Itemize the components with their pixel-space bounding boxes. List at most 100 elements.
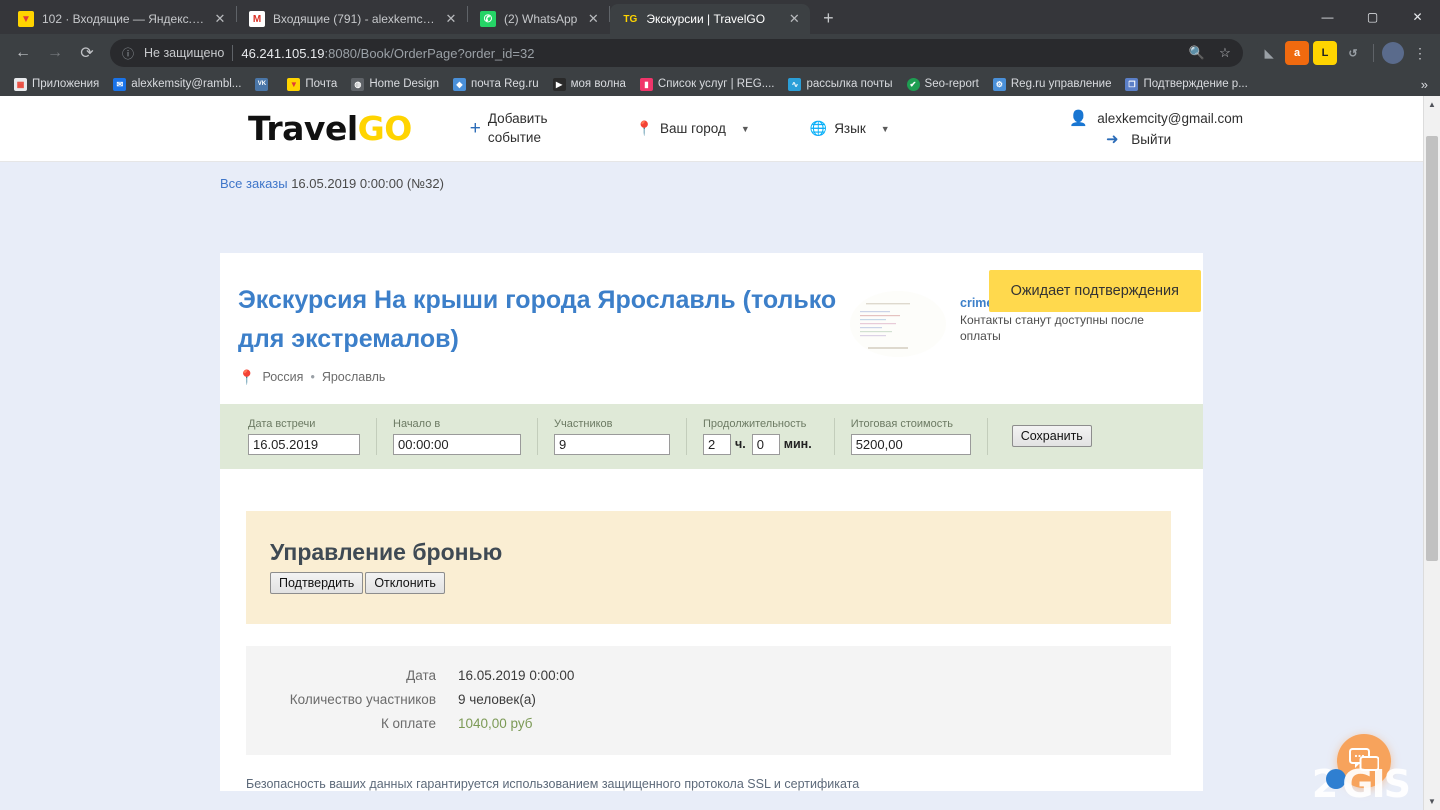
save-button[interactable]: Сохранить xyxy=(1011,425,1092,447)
order-summary: Дата 16.05.2019 0:00:00 Количество участ… xyxy=(246,645,1171,755)
browser-tab-4-active[interactable]: TG Экскурсии | TravelGO ✕ xyxy=(610,4,811,34)
city-label: Ваш город xyxy=(660,121,726,136)
bookmarks-overflow-icon[interactable]: » xyxy=(1421,77,1432,92)
breadcrumb-order-info: 16.05.2019 0:00:00 (№32) xyxy=(291,176,444,191)
search-icon[interactable]: 🔍 xyxy=(1185,41,1209,65)
bookmark-services-list[interactable]: ▮ Список услуг | REG.... xyxy=(634,76,781,93)
confirm-button[interactable]: Подтвердить xyxy=(270,571,364,594)
scroll-up-arrow-icon[interactable]: ▲ xyxy=(1424,96,1440,113)
participants-input[interactable] xyxy=(554,433,670,455)
forward-icon[interactable]: → xyxy=(40,38,70,68)
logout-button[interactable]: ➜ Выйти xyxy=(1069,130,1243,148)
chrome-menu-icon[interactable]: ⋮ xyxy=(1408,41,1432,65)
bookmark-label: моя волна xyxy=(570,78,626,90)
summary-row: Количество участников 9 человек(а) xyxy=(246,692,1171,707)
mail-icon: ✉ xyxy=(113,77,127,91)
bookmark-reg-mail[interactable]: ◆ почта Reg.ru xyxy=(447,76,545,93)
account-email-row[interactable]: 👤 alexkemcity@gmail.com xyxy=(1069,109,1243,127)
yandex-mail-icon: ▼ xyxy=(18,11,34,27)
back-icon[interactable]: ← xyxy=(8,38,38,68)
window-controls: — ▢ ✕ xyxy=(1305,0,1440,34)
tab-title: 102 · Входящие — Яндекс.Почта xyxy=(42,12,204,26)
tab-title: Экскурсии | TravelGO xyxy=(646,12,766,26)
tab-title: Входящие (791) - alexkemcity@g xyxy=(273,12,435,26)
tab-close-icon[interactable]: ✕ xyxy=(786,11,802,27)
breadcrumb: Все заказы 16.05.2019 0:00:00 (№32) xyxy=(0,162,1423,191)
tab-close-icon[interactable]: ✕ xyxy=(585,11,601,27)
address-bar[interactable]: ⓘ Не защищено 46.241.105.19:8080/Book/Or… xyxy=(110,39,1243,67)
city-selector[interactable]: 📍 Ваш город ▼ xyxy=(636,120,750,137)
bookmark-mail-campaign[interactable]: ∿ рассылка почты xyxy=(782,76,898,93)
bookmark-pochta[interactable]: ▼ Почта xyxy=(281,76,343,93)
tab-title: (2) WhatsApp xyxy=(504,12,578,26)
meeting-date-input[interactable] xyxy=(248,433,360,455)
duration-group: Продолжительность ч. мин. xyxy=(687,417,835,455)
browser-tab-3[interactable]: ✆ (2) WhatsApp ✕ xyxy=(468,4,609,34)
browser-toolbar: ← → ⟳ ⓘ Не защищено 46.241.105.19:8080/B… xyxy=(0,34,1440,72)
summary-value: 9 человек(а) xyxy=(458,691,536,707)
vk-icon: VK xyxy=(255,77,269,91)
eraser-extension-icon[interactable]: ◣ xyxy=(1257,41,1281,65)
tab-close-icon[interactable]: ✕ xyxy=(212,11,228,27)
add-event-label: Добавить событие xyxy=(488,110,548,146)
shopping-extension-icon[interactable]: a xyxy=(1285,41,1309,65)
bookmark-confirmation[interactable]: ❐ Подтверждение р... xyxy=(1119,76,1253,93)
bookmark-rambler-mail[interactable]: ✉ alexkemsity@rambl... xyxy=(107,76,247,93)
whatsapp-icon: ✆ xyxy=(480,11,496,27)
manage-booking-panel: Управление бронью Подтвердить Отклонить xyxy=(246,510,1171,624)
reload-icon[interactable]: ⟳ xyxy=(72,38,102,68)
maximize-button[interactable]: ▢ xyxy=(1350,0,1395,34)
url-host: 46.241.105.19 xyxy=(241,45,325,61)
bookmark-label: Приложения xyxy=(32,78,100,90)
globe-icon: ◍ xyxy=(351,77,365,91)
bookmark-label: почта Reg.ru xyxy=(471,78,539,90)
info-circle-icon: ⓘ xyxy=(121,46,134,61)
breadcrumb-all-orders-link[interactable]: Все заказы xyxy=(220,176,288,191)
site-logo[interactable]: TravelGO xyxy=(248,109,412,148)
bookmark-star-icon[interactable]: ☆ xyxy=(1213,41,1237,65)
bookmark-apps[interactable]: ▦ Приложения xyxy=(8,76,105,93)
duration-minutes-input[interactable] xyxy=(751,433,780,455)
location-country: Россия xyxy=(262,370,304,384)
total-cost-group: Итоговая стоимость xyxy=(835,417,988,455)
bookmark-home-design[interactable]: ◍ Home Design xyxy=(345,76,445,93)
manage-booking-heading: Управление бронью xyxy=(270,538,503,565)
add-event-button[interactable]: + Добавить событие xyxy=(470,110,548,146)
check-icon: ✔ xyxy=(906,77,920,91)
bookmark-vk[interactable]: VK xyxy=(249,76,279,93)
bookmark-reg-control[interactable]: ⚙ Reg.ru управление xyxy=(987,76,1118,93)
start-time-label: Начало в xyxy=(393,417,441,430)
profile-avatar[interactable] xyxy=(1382,42,1404,64)
duration-label: Продолжительность xyxy=(703,417,807,430)
summary-row: К оплате 1040,00 руб xyxy=(246,716,1171,731)
duration-hours-input[interactable] xyxy=(703,433,731,455)
start-time-input[interactable] xyxy=(393,433,521,455)
close-window-button[interactable]: ✕ xyxy=(1395,0,1440,34)
browser-tab-1[interactable]: ▼ 102 · Входящие — Яндекс.Почта ✕ xyxy=(6,4,236,34)
new-tab-button[interactable]: + xyxy=(814,4,842,32)
settings-icon: ⚙ xyxy=(992,77,1006,91)
language-selector[interactable]: 🌐 Язык ▼ xyxy=(810,120,890,137)
summary-value-amount: 1040,00 руб xyxy=(458,715,533,731)
bookmark-seo-report[interactable]: ✔ Seo-report xyxy=(901,76,985,93)
travelgo-icon: TG xyxy=(622,11,639,27)
browser-tab-2[interactable]: M Входящие (791) - alexkemcity@g ✕ xyxy=(237,4,467,34)
tab-close-icon[interactable]: ✕ xyxy=(443,11,459,27)
logout-label: Выйти xyxy=(1131,131,1172,147)
lightshot-extension-icon[interactable]: L xyxy=(1313,41,1337,65)
drop-icon: ◆ xyxy=(453,77,466,91)
bookmark-label: alexkemsity@rambl... xyxy=(131,78,242,90)
participants-label: Участников xyxy=(554,417,613,430)
history-extension-icon[interactable]: ↺ xyxy=(1341,41,1365,65)
scrollbar-thumb[interactable] xyxy=(1426,136,1438,561)
status-badge: Ожидает подтверждения xyxy=(988,270,1201,312)
bookmark-moya-volna[interactable]: ▶ моя волна xyxy=(547,76,632,93)
page-scrollbar[interactable]: ▲ ▼ xyxy=(1423,96,1440,810)
exit-icon: ➜ xyxy=(1105,131,1119,148)
bookmark-label: Почта xyxy=(305,78,338,90)
decline-button[interactable]: Отклонить xyxy=(365,571,445,594)
total-cost-input[interactable] xyxy=(850,433,971,455)
url-text: 46.241.105.19:8080/Book/OrderPage?order_… xyxy=(241,46,1177,61)
minimize-button[interactable]: — xyxy=(1305,0,1350,34)
scroll-down-arrow-icon[interactable]: ▼ xyxy=(1424,793,1440,810)
